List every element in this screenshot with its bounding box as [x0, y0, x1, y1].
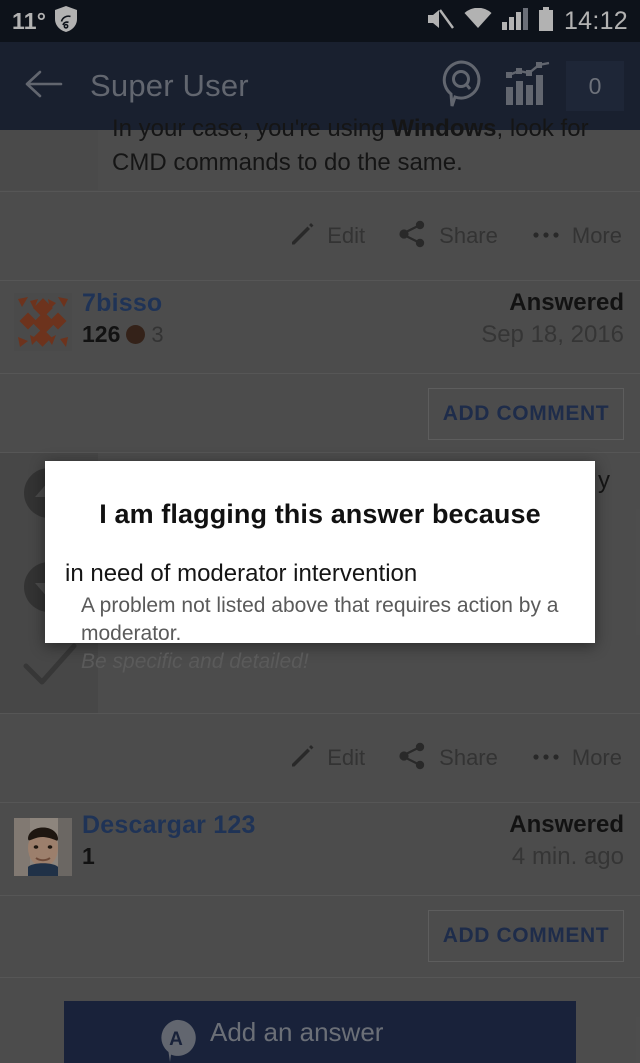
dialog-option-moderator-intervention[interactable]: in need of moderator intervention A prob… [45, 558, 595, 676]
dialog-option-description-text: A problem not listed above that requires… [81, 594, 559, 645]
dialog-option-title: in need of moderator intervention [65, 560, 418, 587]
flag-answer-dialog: I am flagging this answer because in nee… [45, 461, 595, 673]
app-screen: 11° 14:12 Super User 0 In your case, you… [0, 0, 640, 1063]
dialog-title: I am flagging this answer because [99, 499, 541, 529]
dialog-option-description: A problem not listed above that requires… [81, 592, 595, 676]
dialog-option-description-emphasis: Be specific and detailed! [81, 650, 309, 673]
